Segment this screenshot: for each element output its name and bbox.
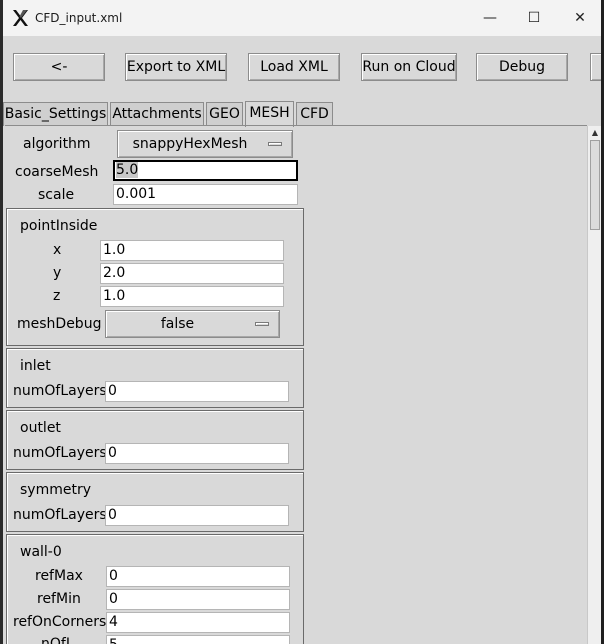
maximize-icon: ☐ [527,10,541,26]
outlet-layers-input[interactable]: 0 [105,443,289,464]
close-button[interactable]: ✕ [557,0,601,36]
z-label: z [53,288,61,304]
window-title: CFD_input.xml [35,11,123,25]
inlet-group: inlet numOfLayers 0 [6,348,304,408]
tab-mesh[interactable]: MESH [245,101,294,127]
algorithm-value: snappyHexMesh [132,136,248,152]
back-button[interactable]: <- [13,53,105,81]
ref-min-input[interactable]: 0 [106,589,290,610]
inlet-title: inlet [20,358,51,374]
mesh-debug-value: false [160,316,195,332]
ref-on-corners-label: refOnCorners [13,614,107,630]
inlet-layers-input[interactable]: 0 [105,381,289,402]
tab-basic-settings[interactable]: Basic_Settings [3,102,108,126]
minimize-icon: — [483,10,497,26]
wall-title: wall-0 [20,544,62,560]
symmetry-group: symmetry numOfLayers 0 [6,472,304,532]
mesh-debug-dropdown[interactable]: false [105,310,280,338]
scale-label: scale [38,187,75,203]
z-input[interactable]: 1.0 [100,286,284,307]
partial-layers-input[interactable]: 5 [106,635,290,644]
mesh-debug-label: meshDebug [17,316,102,332]
point-inside-group: pointInside x 1.0 y 2.0 z 1.0 meshDebug … [6,208,304,346]
inlet-layers-label: numOfLayers [13,383,107,399]
tab-cfd[interactable]: CFD [296,102,333,126]
algorithm-label: algorithm [23,136,91,152]
ref-max-input[interactable]: 0 [106,566,290,587]
point-inside-title: pointInside [20,218,98,234]
minimize-button[interactable]: — [467,0,513,36]
debug-button[interactable]: Debug [476,53,568,81]
coarse-mesh-value: 5.0 [116,162,139,178]
dropdown-indicator-icon [268,142,282,146]
coarse-mesh-input[interactable]: 5.0 [113,160,298,181]
x-input[interactable]: 1.0 [100,240,284,261]
x-logo-icon [13,10,28,26]
y-label: y [53,265,62,281]
tab-geo[interactable]: GEO [206,102,243,126]
load-xml-button[interactable]: Load XML [248,53,340,81]
y-input[interactable]: 2.0 [100,263,284,284]
symmetry-layers-input[interactable]: 0 [105,505,289,526]
outlet-group: outlet numOfLayers 0 [6,410,304,470]
export-xml-button[interactable]: Export to XML [125,53,227,81]
scroll-up-icon[interactable]: ▲ [589,128,601,138]
ref-on-corners-input[interactable]: 4 [106,612,290,633]
symmetry-layers-label: numOfLayers [13,507,107,523]
ref-min-label: refMin [37,591,81,607]
maximize-button[interactable]: ☐ [511,0,557,36]
run-on-cloud-button[interactable]: Run on Cloud [361,53,457,81]
dropdown-indicator-icon [255,322,269,326]
app-window: CFD_input.xml — ☐ ✕ <- Export to XML Loa… [3,0,601,644]
scrollbar-thumb[interactable] [590,140,600,230]
x-label: x [53,242,62,258]
partial-layers-label: nOfL [41,636,74,644]
algorithm-dropdown[interactable]: snappyHexMesh [117,130,293,158]
scale-input[interactable]: 0.001 [113,184,298,205]
outlet-title: outlet [20,420,61,436]
overflow-button[interactable] [590,53,601,81]
vertical-scrollbar[interactable]: ▲ [587,126,601,644]
outlet-layers-label: numOfLayers [13,445,107,461]
wall-group: wall-0 refMax 0 refMin 0 refOnCorners 4 … [6,534,304,644]
tab-attachments[interactable]: Attachments [110,102,204,126]
ref-max-label: refMax [35,568,83,584]
symmetry-title: symmetry [20,482,91,498]
coarse-mesh-label: coarseMesh [15,164,99,180]
title-bar[interactable]: CFD_input.xml — ☐ ✕ [3,0,601,36]
mesh-panel: algorithm snappyHexMesh coarseMesh 5.0 s… [5,125,587,644]
close-icon: ✕ [574,10,586,26]
